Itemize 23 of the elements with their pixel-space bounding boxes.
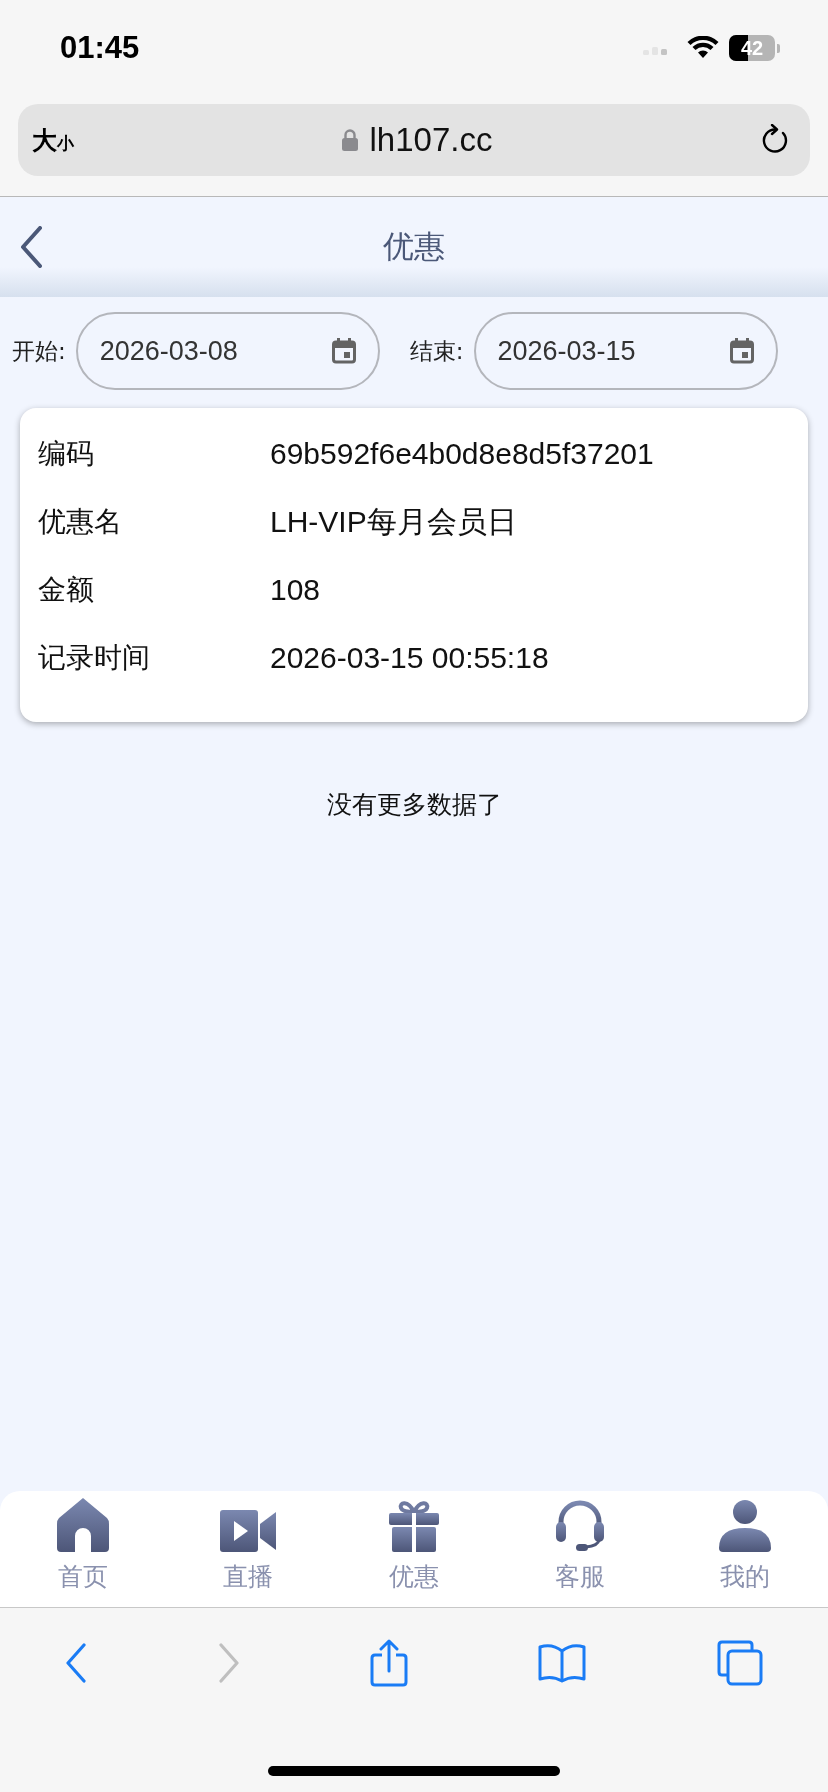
date-label: 开始: — [12, 336, 66, 366]
date-field[interactable]: 2026-03-15 — [473, 312, 778, 390]
field-label: 优惠名 — [38, 504, 123, 540]
tab-item[interactable]: 优惠 — [331, 1491, 497, 1607]
url-text: lh107.cc — [369, 121, 493, 159]
field-label: 金额 — [38, 572, 95, 608]
field-label: 记录时间 — [38, 640, 151, 676]
date-label: 结束: — [409, 336, 464, 366]
tab-item[interactable]: 我的 — [662, 1491, 828, 1607]
status-time: 01:45 — [60, 30, 140, 66]
field-value: 2026-03-15 00:55:18 — [270, 641, 549, 675]
field-label: 编码 — [38, 436, 95, 472]
address-bar[interactable]: 大小 lh107.cc — [18, 104, 810, 176]
field-value: 69b592f6e4b0d8e8d5f37201 — [270, 437, 654, 471]
field-value: LH-VIP每月会员日 — [270, 503, 517, 540]
page-title: 优惠 — [383, 227, 445, 266]
tab-item[interactable]: 直播 — [165, 1491, 332, 1607]
date-field[interactable]: 2026-03-08 — [75, 312, 380, 390]
tab-item[interactable]: 客服 — [496, 1491, 663, 1607]
tab-item[interactable]: 首页 — [0, 1491, 166, 1607]
end-message: 没有更多数据了 — [325, 789, 503, 821]
field-value: 108 — [270, 573, 321, 607]
text-size-button[interactable]: 大小 — [32, 123, 74, 157]
